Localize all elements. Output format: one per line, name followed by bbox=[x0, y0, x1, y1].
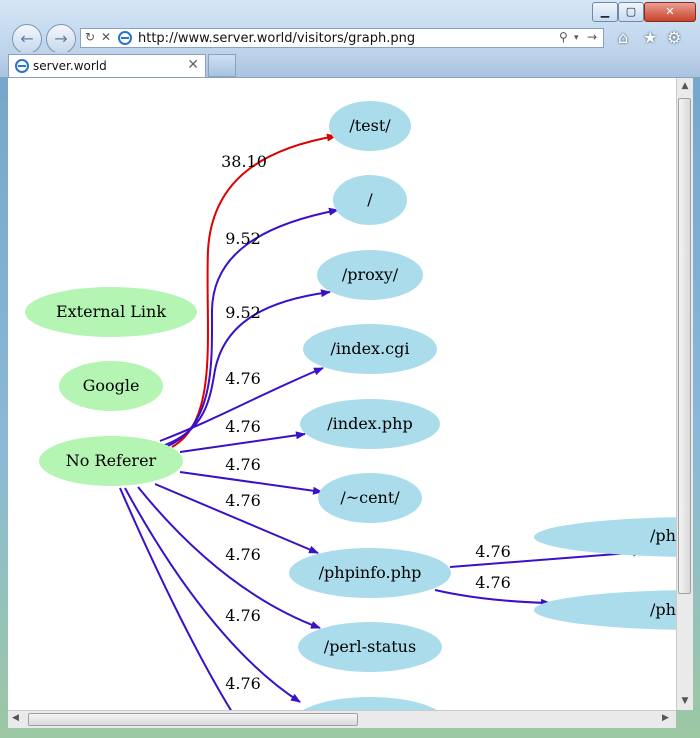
edge-label: 4.76 bbox=[225, 491, 261, 510]
forward-button[interactable]: → bbox=[46, 24, 76, 54]
edge-label: 4.76 bbox=[225, 369, 261, 388]
horizontal-scroll-thumb[interactable] bbox=[28, 713, 358, 726]
edge-offscreen-2 bbox=[119, 487, 232, 710]
back-button[interactable]: ← bbox=[12, 24, 42, 54]
back-arrow-icon: ← bbox=[20, 29, 34, 48]
home-icon[interactable]: ⌂ bbox=[618, 28, 628, 47]
forward-arrow-icon: → bbox=[54, 29, 68, 48]
search-icon[interactable]: ⚲ bbox=[559, 30, 568, 44]
tab-active[interactable]: server.world ✕ bbox=[8, 54, 206, 77]
edge-cent bbox=[179, 471, 323, 495]
edge-label: 4.76 bbox=[475, 542, 511, 561]
node-label-phpinfo: /phpinfo.php bbox=[319, 563, 422, 582]
referer-graph: 38.10 9.52 9.52 4.76 4.76 4.76 4.76 4.76… bbox=[25, 101, 676, 710]
node-label-index-php: /index.php bbox=[327, 414, 412, 433]
edge-label: 4.76 bbox=[225, 674, 261, 693]
edge-label: 4.76 bbox=[475, 573, 511, 592]
page-content: 38.10 9.52 9.52 4.76 4.76 4.76 4.76 4.76… bbox=[8, 78, 676, 710]
edge-index-php bbox=[179, 431, 306, 453]
scroll-up-arrow-icon[interactable]: ▲ bbox=[677, 81, 693, 91]
node-label-index-cgi: /index.cgi bbox=[331, 339, 410, 358]
ie-tab-icon bbox=[15, 59, 29, 73]
go-arrow-icon[interactable]: → bbox=[587, 30, 597, 44]
ie-page-icon bbox=[118, 31, 132, 45]
address-bar[interactable]: ↻ ✕ http://www.server.world/visitors/gra… bbox=[80, 28, 604, 48]
close-tab-icon[interactable]: ✕ bbox=[187, 57, 199, 73]
node-label-external-link: External Link bbox=[56, 302, 166, 321]
refresh-icon[interactable]: ↻ bbox=[85, 30, 95, 44]
close-button[interactable]: ✕ bbox=[644, 2, 696, 22]
browser-window: ▁ ▢ ✕ ← → ↻ ✕ http://www.server.world/vi… bbox=[0, 0, 700, 738]
node-label-ph-2: /ph bbox=[650, 600, 676, 619]
node-label-perl-status: /perl-status bbox=[324, 637, 416, 656]
edge-offscreen-1 bbox=[124, 487, 301, 703]
node-label-test: /test/ bbox=[349, 116, 391, 135]
tab-bar: server.world ✕ bbox=[0, 52, 700, 78]
edge-test bbox=[171, 133, 337, 448]
node-label-root: / bbox=[367, 190, 373, 209]
edge-label: 4.76 bbox=[225, 606, 261, 625]
edge-label: 4.76 bbox=[225, 417, 261, 436]
node-label-cent: /~cent/ bbox=[340, 488, 400, 507]
title-bar: ▁ ▢ ✕ ← → ↻ ✕ http://www.server.world/vi… bbox=[0, 0, 700, 54]
tools-gear-icon[interactable]: ⚙ bbox=[667, 28, 681, 47]
edge-label: 4.76 bbox=[225, 545, 261, 564]
node-label-no-referer: No Referer bbox=[66, 451, 157, 470]
edge-label: 4.76 bbox=[225, 455, 261, 474]
minimize-button[interactable]: ▁ bbox=[592, 2, 618, 22]
tab-title: server.world bbox=[33, 59, 107, 73]
favorites-star-icon[interactable]: ★ bbox=[643, 28, 657, 47]
node-offscreen bbox=[303, 697, 437, 710]
node-label-proxy: /proxy/ bbox=[342, 265, 399, 284]
node-label-ph-1: /ph bbox=[650, 526, 676, 545]
dropdown-icon[interactable]: ▾ bbox=[574, 33, 579, 43]
edge-label: 9.52 bbox=[225, 303, 261, 322]
scroll-left-arrow-icon[interactable]: ◀ bbox=[12, 713, 19, 723]
edge-label: 9.52 bbox=[225, 229, 261, 248]
maximize-button[interactable]: ▢ bbox=[618, 2, 644, 22]
edge-label: 38.10 bbox=[221, 152, 267, 171]
vertical-scrollbar[interactable]: ▲ ▼ bbox=[676, 78, 693, 710]
horizontal-scrollbar[interactable]: ◀ ▶ bbox=[8, 710, 676, 728]
stop-icon[interactable]: ✕ bbox=[101, 30, 111, 44]
new-tab-button[interactable] bbox=[208, 54, 236, 77]
url-text[interactable]: http://www.server.world/visitors/graph.p… bbox=[138, 31, 415, 46]
scroll-right-arrow-icon[interactable]: ▶ bbox=[662, 713, 669, 723]
vertical-scroll-thumb[interactable] bbox=[678, 98, 691, 594]
node-label-google: Google bbox=[83, 376, 140, 395]
scroll-down-arrow-icon[interactable]: ▼ bbox=[677, 696, 693, 706]
